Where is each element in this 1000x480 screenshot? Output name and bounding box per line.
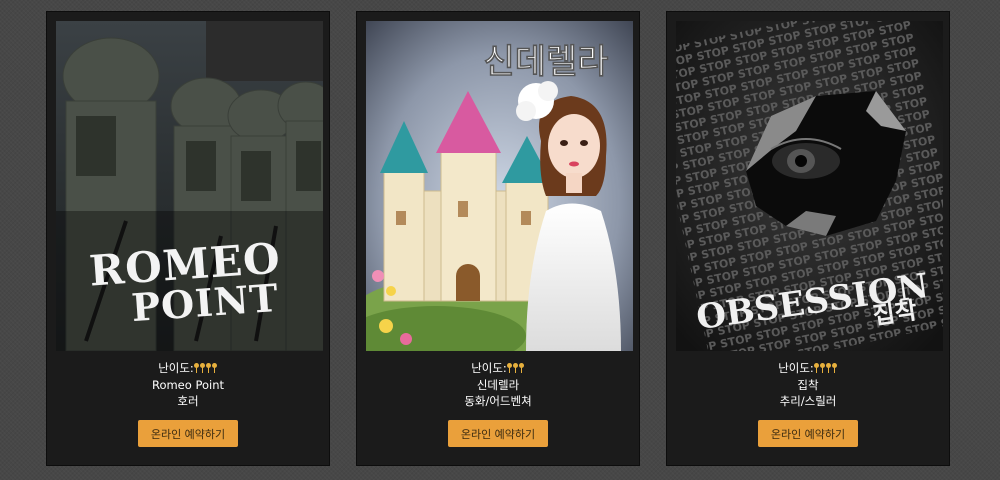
key-icon xyxy=(506,363,512,373)
difficulty-label: 난이도: xyxy=(158,361,194,375)
difficulty-label: 난이도: xyxy=(471,361,507,375)
poster-obsession[interactable]: STOP STOP STOP STOP STOP STOP STOP STOP … xyxy=(676,21,943,351)
room-info: 난이도: 집착 추리/스릴러 xyxy=(667,360,949,409)
room-card-romeo-point: ROMEO POINT 난이도: Romeo Point 호러 온라인 예약하기 xyxy=(46,11,330,466)
room-card-obsession: STOP STOP STOP STOP STOP STOP STOP STOP … xyxy=(666,11,950,466)
key-icon xyxy=(199,363,205,373)
room-genre: 추리/스릴러 xyxy=(779,394,837,408)
poster-cinderella[interactable]: 신데렐라 xyxy=(366,21,633,351)
key-icon xyxy=(825,363,831,373)
poster-romeo-point[interactable]: ROMEO POINT xyxy=(56,21,323,351)
room-title: 집착 xyxy=(797,378,819,392)
poster-cinderella-image: 신데렐라 xyxy=(366,21,633,351)
cinderella-logo: 신데렐라 xyxy=(483,42,608,82)
difficulty-keys-icon xyxy=(193,361,218,377)
key-icon xyxy=(518,363,524,373)
difficulty-label: 난이도: xyxy=(778,361,814,375)
room-title: 신데렐라 xyxy=(476,378,520,392)
room-info: 난이도: 신데렐라 동화/어드벤쳐 xyxy=(357,360,639,409)
key-icon xyxy=(205,363,211,373)
key-icon xyxy=(512,363,518,373)
room-genre: 동화/어드벤쳐 xyxy=(464,394,532,408)
poster-obsession-image: STOP STOP STOP STOP STOP STOP STOP STOP … xyxy=(676,21,943,351)
online-reservation-button[interactable]: 온라인 예약하기 xyxy=(138,420,238,447)
difficulty-keys-icon xyxy=(506,361,525,377)
difficulty-row: 난이도: xyxy=(667,360,949,377)
key-icon xyxy=(813,363,819,373)
key-icon xyxy=(831,363,837,373)
room-genre: 호러 xyxy=(177,394,199,408)
online-reservation-button[interactable]: 온라인 예약하기 xyxy=(448,420,548,447)
room-info: 난이도: Romeo Point 호러 xyxy=(47,360,329,409)
online-reservation-button[interactable]: 온라인 예약하기 xyxy=(758,420,858,447)
difficulty-row: 난이도: xyxy=(357,360,639,377)
key-icon xyxy=(211,363,217,373)
room-card-cinderella: 신데렐라 난이도: 신데렐라 동화/어드벤쳐 온라인 예약하기 xyxy=(356,11,640,466)
room-title: Romeo Point xyxy=(151,378,225,392)
difficulty-keys-icon xyxy=(813,361,838,377)
key-icon xyxy=(819,363,825,373)
poster-romeo-point-image: ROMEO POINT xyxy=(56,21,323,351)
key-icon xyxy=(193,363,199,373)
difficulty-row: 난이도: xyxy=(47,360,329,377)
